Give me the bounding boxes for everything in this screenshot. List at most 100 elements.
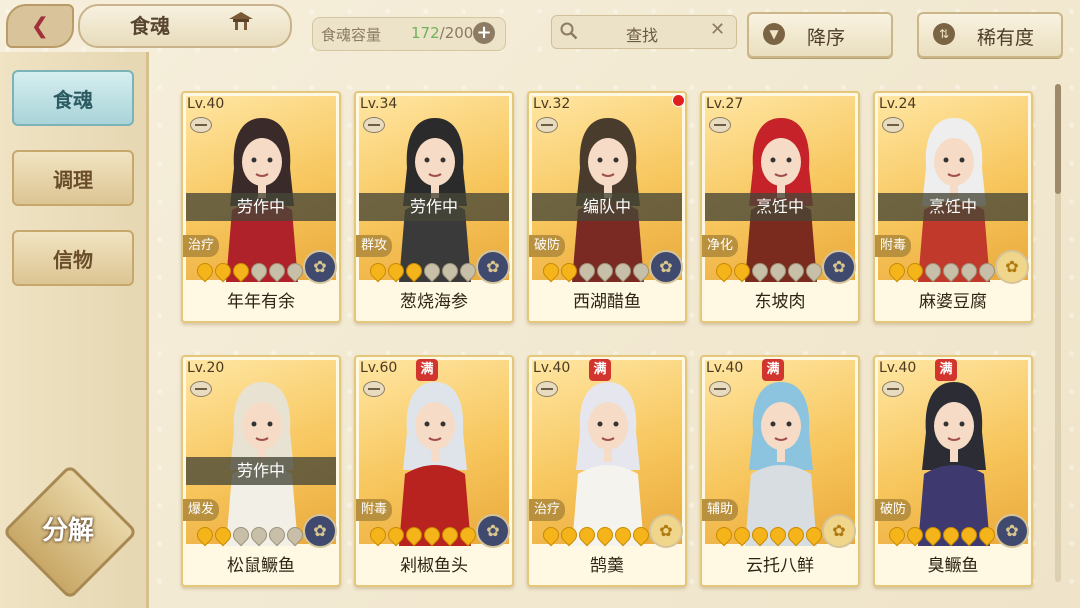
star-icon: [939, 259, 963, 283]
sort-order-button[interactable]: ▼ 降序: [747, 12, 893, 58]
star-icon: [384, 523, 408, 547]
star-icon: [557, 259, 581, 283]
tab-tokens[interactable]: 信物: [12, 230, 134, 286]
star-icon: [366, 523, 390, 547]
star-rating: [539, 523, 653, 547]
capacity-display: 食魂容量 172/200 +: [312, 17, 506, 51]
pavilion-icon[interactable]: [228, 11, 254, 31]
star-icon: [730, 523, 754, 547]
status-banner: 劳作中: [186, 457, 336, 485]
character-name: 东坡肉: [754, 292, 806, 312]
character-name: 麻婆豆腐: [919, 292, 987, 312]
star-icon: [557, 523, 581, 547]
role-tag: 爆发: [183, 499, 220, 521]
role-tag: 群攻: [356, 235, 393, 257]
star-icon: [712, 523, 736, 547]
role-tag: 治疗: [529, 499, 566, 521]
bowl-icon: [536, 117, 558, 133]
star-rating: [193, 523, 307, 547]
capacity-current: 172: [411, 24, 440, 42]
flower-emblem-icon: ✿: [476, 514, 510, 548]
status-banner: 烹饪中: [878, 193, 1028, 221]
star-icon: [885, 523, 909, 547]
decompose-label[interactable]: 分解: [26, 510, 110, 547]
sort-order-label: 降序: [807, 27, 846, 49]
back-button[interactable]: ❮: [6, 4, 74, 48]
star-rating: [885, 259, 999, 283]
star-icon: [420, 259, 444, 283]
max-badge: 满: [589, 359, 611, 381]
role-tag: 辅助: [702, 499, 739, 521]
food-soul-card[interactable]: Lv.32 编队中 破防 ✿ 西湖醋鱼: [527, 91, 687, 323]
star-icon: [784, 523, 808, 547]
star-icon: [229, 259, 253, 283]
star-icon: [593, 523, 617, 547]
search-box[interactable]: 查找 ✕: [551, 15, 737, 49]
star-icon: [211, 259, 235, 283]
star-icon: [539, 523, 563, 547]
bowl-icon: [190, 117, 212, 133]
bowl-icon: [363, 117, 385, 133]
food-soul-card[interactable]: Lv.40 满破防 ✿ 臭鳜鱼: [873, 355, 1033, 587]
scrollbar-thumb[interactable]: [1055, 84, 1061, 194]
star-icon: [939, 523, 963, 547]
food-soul-card[interactable]: Lv.34 劳作中 群攻 ✿ 葱烧海参: [354, 91, 514, 323]
role-tag: 净化: [702, 235, 739, 257]
level-label: Lv.32: [533, 96, 571, 112]
role-tag: 治疗: [183, 235, 220, 257]
flower-emblem-icon: ✿: [303, 250, 337, 284]
clear-icon[interactable]: ✕: [710, 19, 725, 40]
flower-emblem-icon: ✿: [995, 514, 1029, 548]
food-soul-card[interactable]: Lv.24 烹饪中 附毒 ✿ 麻婆豆腐: [873, 91, 1033, 323]
star-icon: [957, 259, 981, 283]
character-name: 臭鳜鱼: [927, 556, 979, 576]
star-rating: [885, 523, 999, 547]
bowl-icon: [709, 381, 731, 397]
sort-arrows-icon: ⇅: [933, 23, 955, 45]
star-rating: [539, 259, 653, 283]
food-soul-card[interactable]: Lv.40 劳作中 治疗 ✿ 年年有余: [181, 91, 341, 323]
star-rating: [366, 259, 480, 283]
food-soul-card[interactable]: Lv.40 满辅助 ✿ 云托八鲜: [700, 355, 860, 587]
character-name: 葱烧海参: [400, 292, 468, 312]
back-arrow-icon: ❮: [30, 13, 50, 39]
star-icon: [575, 259, 599, 283]
bowl-icon: [363, 381, 385, 397]
flower-emblem-icon: ✿: [303, 514, 337, 548]
star-icon: [193, 259, 217, 283]
tab-conditioning[interactable]: 调理: [12, 150, 134, 206]
character-name: 年年有余: [227, 292, 295, 312]
character-name: 鹄羹: [590, 556, 624, 576]
food-soul-card[interactable]: Lv.60 满附毒 ✿ 剁椒鱼头: [354, 355, 514, 587]
page-title: 食魂: [130, 14, 170, 38]
level-label: Lv.24: [879, 96, 917, 112]
food-soul-card[interactable]: Lv.20 劳作中 爆发 ✿ 松鼠鳜鱼: [181, 355, 341, 587]
bowl-icon: [882, 381, 904, 397]
max-badge: 满: [416, 359, 438, 381]
star-icon: [384, 259, 408, 283]
food-soul-card[interactable]: Lv.27 烹饪中 净化 ✿ 东坡肉: [700, 91, 860, 323]
star-icon: [193, 523, 217, 547]
sort-rarity-button[interactable]: ⇅ 稀有度: [917, 12, 1063, 58]
flower-emblem-icon: ✿: [649, 514, 683, 548]
chevron-down-icon: ▼: [763, 23, 785, 45]
capacity-label: 食魂容量: [321, 26, 382, 44]
bowl-icon: [709, 117, 731, 133]
star-icon: [611, 259, 635, 283]
flower-emblem-icon: ✿: [995, 250, 1029, 284]
star-icon: [903, 523, 927, 547]
food-soul-card[interactable]: Lv.40 满治疗 ✿ 鹄羹: [527, 355, 687, 587]
star-rating: [712, 523, 826, 547]
star-icon: [247, 523, 271, 547]
capacity-add-button[interactable]: +: [473, 22, 495, 44]
character-illustration: [399, 382, 471, 546]
level-label: Lv.40: [533, 360, 571, 376]
star-icon: [539, 259, 563, 283]
search-icon: [560, 22, 578, 40]
sort-rarity-label: 稀有度: [977, 27, 1035, 49]
star-icon: [366, 259, 390, 283]
star-icon: [903, 259, 927, 283]
star-icon: [885, 259, 909, 283]
character-illustration: [918, 382, 990, 546]
tab-food-soul[interactable]: 食魂: [12, 70, 134, 126]
